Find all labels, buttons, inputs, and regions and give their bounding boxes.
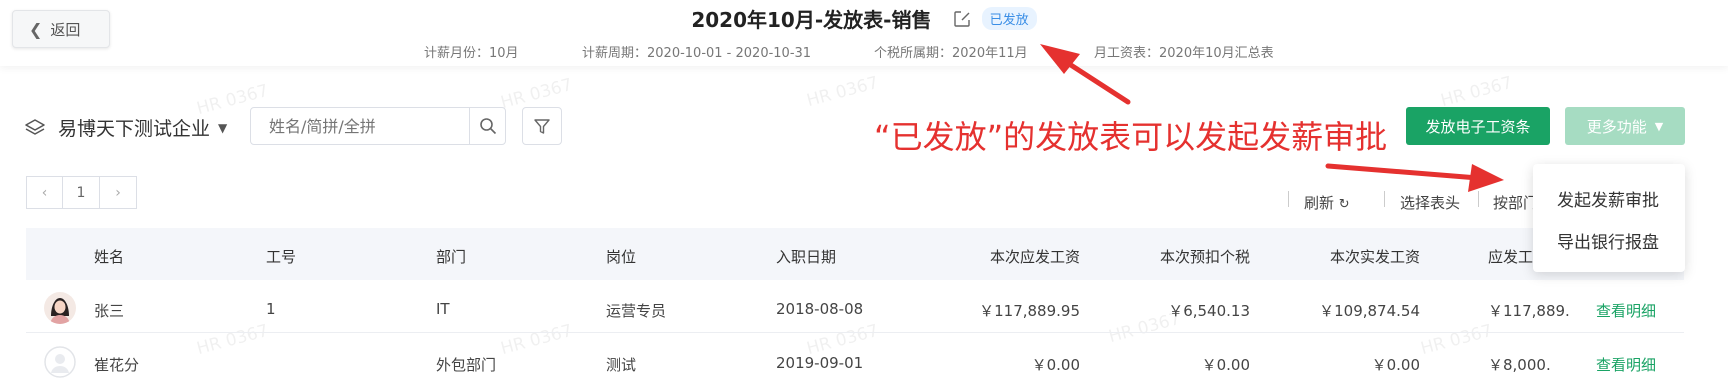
view-detail-link[interactable]: 查看明细 (1596, 354, 1656, 375)
cell-tax: ￥6,540.13 (1168, 302, 1250, 320)
cell-gross-2: ￥8,000. (1488, 356, 1551, 374)
column-header-id: 工号 (266, 248, 297, 266)
export-bank-file-item[interactable]: 导出银行报盘 (1557, 228, 1659, 253)
refresh-button[interactable]: 刷新 ↻ (1304, 192, 1350, 213)
cell-position: 测试 (606, 356, 637, 374)
monthly-salary-sheet: 月工资表：2020年10月汇总表 (1094, 46, 1274, 61)
salary-month: 计薪月份：10月 (424, 46, 519, 61)
column-header-position: 岗位 (606, 248, 637, 266)
avatar (44, 292, 76, 324)
column-header-tax: 本次预扣个税 (1159, 248, 1250, 266)
next-page-button[interactable]: › (100, 176, 137, 209)
column-header-gross-2: 应发工 (1488, 248, 1534, 266)
page-header: ❮ 返回 2020年10月-发放表-销售 已发放 计薪月份：10月 计薪周期：2… (0, 0, 1728, 66)
cell-net: ￥0.00 (1371, 356, 1420, 374)
by-department-button[interactable]: 按部门 (1493, 192, 1538, 213)
caret-down-icon: ▼ (218, 120, 228, 135)
refresh-icon: ↻ (1338, 197, 1350, 212)
column-header-name: 姓名 (94, 248, 125, 266)
avatar (44, 346, 76, 378)
current-page[interactable]: 1 (63, 176, 100, 209)
cell-hire-date: 2018-08-08 (776, 300, 864, 318)
cell-tax: ￥0.00 (1201, 356, 1250, 374)
arrow-to-dropdown (1325, 163, 1504, 192)
cell-net: ￥109,874.54 (1319, 302, 1420, 320)
prev-page-button[interactable]: ‹ (26, 176, 63, 209)
salary-distribution-page: HR 0367 HR 0367 HR 0367 HR 0367 HR 0367 … (0, 0, 1728, 386)
cell-name: 崔花分 (94, 356, 140, 374)
edit-icon[interactable] (953, 10, 971, 28)
column-header-net: 本次实发工资 (1329, 248, 1420, 266)
pagination: ‹ 1 › (26, 176, 137, 209)
watermark: HR 0367 (1418, 320, 1495, 360)
cell-id: 1 (266, 300, 276, 318)
view-detail-link[interactable]: 查看明细 (1596, 300, 1656, 321)
cell-position: 运营专员 (606, 302, 667, 320)
divider (1288, 191, 1289, 207)
start-payroll-approval-item[interactable]: 发起发薪审批 (1557, 186, 1659, 211)
watermark: HR 0367 (1438, 72, 1515, 112)
cell-gross: ￥0.00 (1031, 356, 1080, 374)
watermark: HR 0367 (498, 320, 575, 360)
more-functions-button[interactable]: 更多功能 ▼ (1565, 107, 1685, 145)
filter-icon (534, 119, 550, 134)
search-box (250, 107, 506, 145)
cell-gross: ￥117,889.95 (979, 302, 1080, 320)
cell-gross-2: ￥117,889. (1488, 302, 1570, 320)
refresh-label: 刷新 (1304, 194, 1335, 212)
divider (1384, 191, 1385, 207)
cell-dept: 外包部门 (436, 356, 497, 374)
tax-period: 个税所属期：2020年11月 (874, 46, 1028, 61)
page-title: 2020年10月-发放表-销售 (691, 8, 932, 32)
column-header-gross: 本次应发工资 (989, 248, 1080, 266)
watermark: HR 0367 (194, 320, 271, 360)
title-row: 2020年10月-发放表-销售 已发放 (0, 4, 1728, 32)
more-functions-dropdown: 发起发薪审批 导出银行报盘 (1533, 164, 1685, 272)
layers-icon (24, 117, 46, 139)
divider (1478, 191, 1479, 207)
column-header-dept: 部门 (436, 248, 467, 266)
watermark: HR 0367 (804, 72, 881, 112)
column-header-hire-date: 入职日期 (776, 248, 837, 266)
search-input[interactable] (251, 108, 469, 144)
annotation-text: “已发放”的发放表可以发起发薪审批 (874, 118, 1388, 156)
cell-hire-date: 2019-09-01 (776, 354, 864, 372)
status-badge: 已发放 (981, 7, 1037, 30)
chevron-down-icon: ▼ (1654, 119, 1664, 133)
more-functions-label: 更多功能 (1586, 117, 1647, 136)
salary-period: 计薪周期：2020-10-01 - 2020-10-31 (582, 46, 812, 61)
company-name: 易博天下测试企业 (58, 118, 211, 140)
cell-dept: IT (436, 300, 450, 318)
search-icon (479, 118, 496, 135)
select-header-button[interactable]: 选择表头 (1400, 192, 1460, 213)
filter-button[interactable] (522, 107, 562, 145)
issue-payslip-button[interactable]: 发放电子工资条 (1406, 107, 1550, 145)
search-button[interactable] (469, 108, 505, 144)
company-selector[interactable]: 易博天下测试企业 ▼ (24, 114, 227, 141)
row-divider (26, 332, 1684, 333)
cell-name: 张三 (94, 302, 125, 320)
